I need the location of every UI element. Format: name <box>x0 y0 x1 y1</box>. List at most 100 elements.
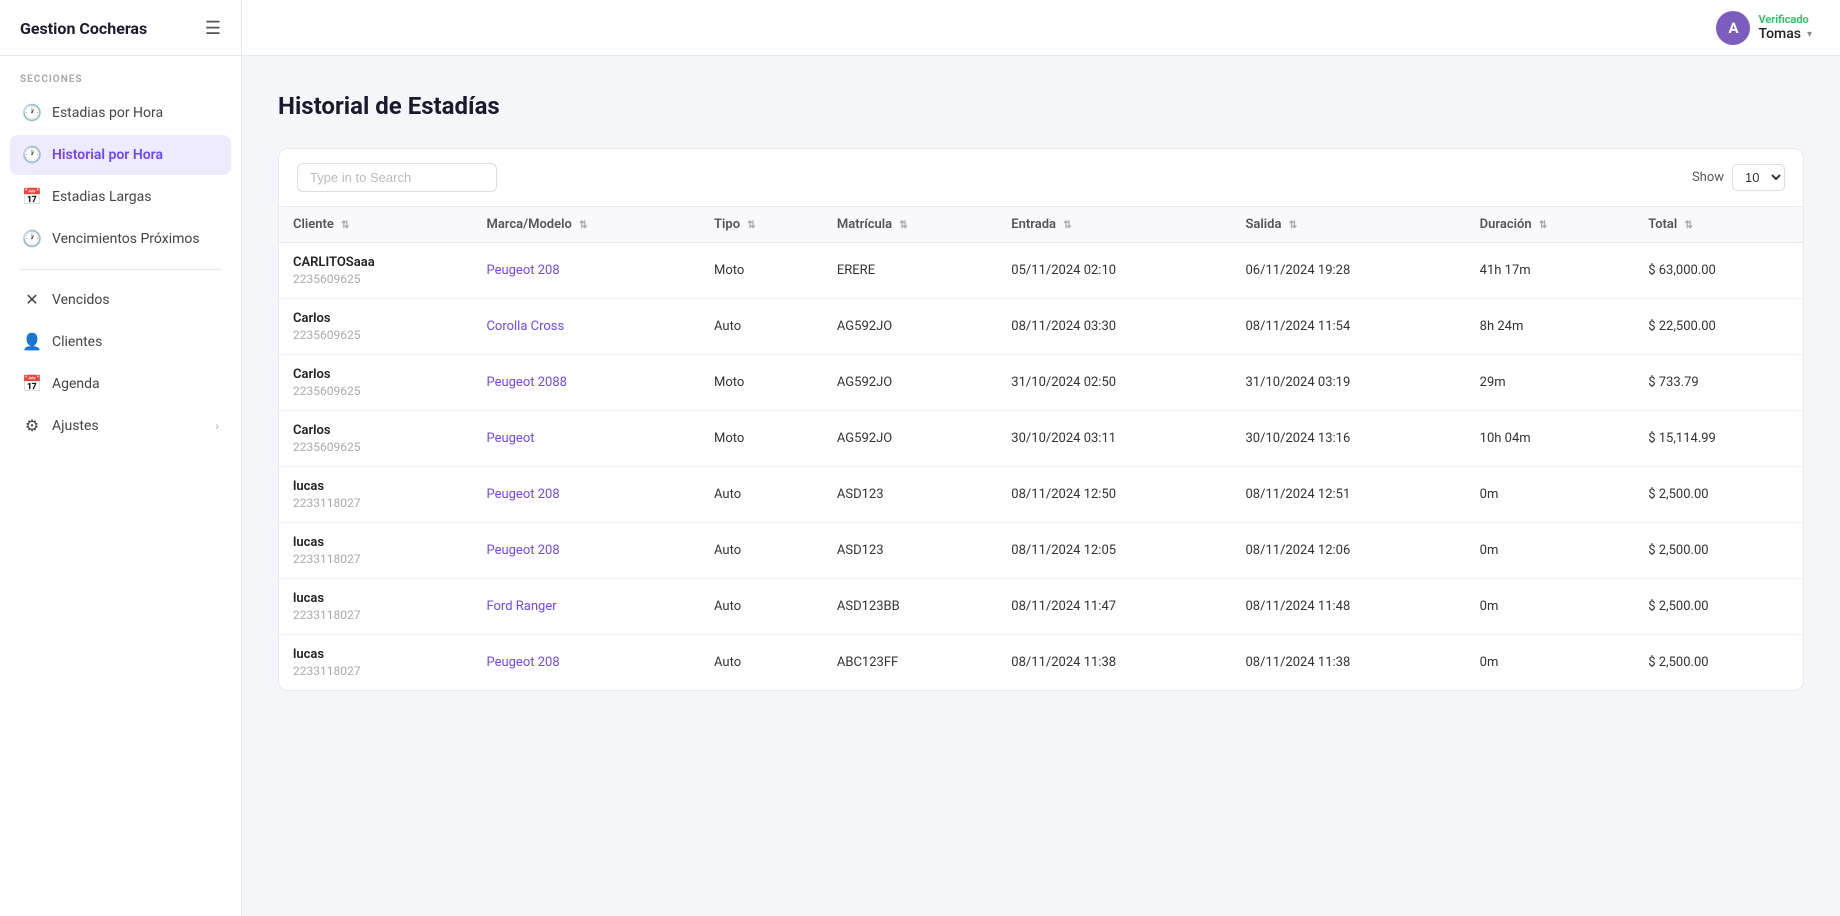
cell-brand-4[interactable]: Peugeot 208 <box>472 467 700 523</box>
sidebar-item-label-estadias-hora: Estadias por Hora <box>52 105 163 121</box>
sort-icon: ⇅ <box>1685 220 1693 231</box>
brand-link[interactable]: Ford Ranger <box>486 599 556 614</box>
cell-tipo-2: Moto <box>700 355 823 411</box>
cell-total-0: $ 63,000.00 <box>1634 243 1803 299</box>
cell-total-7: $ 2,500.00 <box>1634 635 1803 691</box>
cell-entrada-4: 08/11/2024 12:50 <box>997 467 1231 523</box>
sidebar-item-vencidos[interactable]: ✕Vencidos <box>10 280 231 320</box>
cell-brand-0[interactable]: Peugeot 208 <box>472 243 700 299</box>
cell-duracion-4: 0m <box>1466 467 1635 523</box>
brand-link[interactable]: Corolla Cross <box>486 319 564 334</box>
user-chevron-icon: ▾ <box>1807 29 1812 40</box>
cell-matricula-3: AG592JO <box>823 411 997 467</box>
table-card: Show 10 25 50 Cliente ⇅Marca/Modelo ⇅Tip… <box>278 148 1804 691</box>
cell-duracion-7: 0m <box>1466 635 1635 691</box>
cell-brand-5[interactable]: Peugeot 208 <box>472 523 700 579</box>
table-row: Carlos2235609625PeugeotMotoAG592JO30/10/… <box>279 411 1803 467</box>
cell-total-3: $ 15,114.99 <box>1634 411 1803 467</box>
user-info[interactable]: A Verificado Tomas ▾ <box>1716 11 1812 45</box>
brand-link[interactable]: Peugeot 208 <box>486 487 559 502</box>
user-dropdown[interactable]: Verificado Tomas ▾ <box>1758 13 1812 42</box>
cell-salida-6: 08/11/2024 11:48 <box>1231 579 1465 635</box>
brand-link[interactable]: Peugeot 208 <box>486 655 559 670</box>
page-title: Historial de Estadías <box>278 92 1804 120</box>
col-header-matricula[interactable]: Matrícula ⇅ <box>823 207 997 243</box>
cell-brand-6[interactable]: Ford Ranger <box>472 579 700 635</box>
table-row: lucas2233118027Ford RangerAutoASD123BB08… <box>279 579 1803 635</box>
sidebar: Gestion Cocheras ☰ SECCIONES 🕐Estadias p… <box>0 0 242 916</box>
agenda-icon: 📅 <box>22 374 42 393</box>
sidebar-header: Gestion Cocheras ☰ <box>0 0 241 56</box>
vencimientos-proximos-icon: 🕐 <box>22 229 42 248</box>
cell-matricula-2: AG592JO <box>823 355 997 411</box>
cell-total-1: $ 22,500.00 <box>1634 299 1803 355</box>
cell-client-6: lucas2233118027 <box>279 579 472 635</box>
brand-link[interactable]: Peugeot <box>486 431 534 446</box>
cell-entrada-5: 08/11/2024 12:05 <box>997 523 1231 579</box>
sort-icon: ⇅ <box>1289 220 1297 231</box>
sidebar-item-clientes[interactable]: 👤Clientes <box>10 322 231 362</box>
brand-link[interactable]: Peugeot 2088 <box>486 375 567 390</box>
col-header-duracion[interactable]: Duración ⇅ <box>1466 207 1635 243</box>
brand-link[interactable]: Peugeot 208 <box>486 543 559 558</box>
sidebar-item-ajustes[interactable]: ⚙ Ajustes › <box>10 406 231 446</box>
sidebar-item-estadias-largas[interactable]: 📅Estadias Largas <box>10 177 231 217</box>
table-row: lucas2233118027Peugeot 208AutoASD12308/1… <box>279 467 1803 523</box>
chevron-icon: › <box>215 419 219 433</box>
cell-salida-0: 06/11/2024 19:28 <box>1231 243 1465 299</box>
col-header-salida[interactable]: Salida ⇅ <box>1231 207 1465 243</box>
hamburger-icon[interactable]: ☰ <box>205 18 221 39</box>
cell-salida-5: 08/11/2024 12:06 <box>1231 523 1465 579</box>
show-label: Show <box>1692 170 1724 185</box>
sidebar-item-agenda[interactable]: 📅 Agenda <box>10 364 231 404</box>
col-header-tipo[interactable]: Tipo ⇅ <box>700 207 823 243</box>
cell-brand-2[interactable]: Peugeot 2088 <box>472 355 700 411</box>
cell-brand-3[interactable]: Peugeot <box>472 411 700 467</box>
cell-brand-1[interactable]: Corolla Cross <box>472 299 700 355</box>
col-header-entrada[interactable]: Entrada ⇅ <box>997 207 1231 243</box>
sidebar-item-label-estadias-largas: Estadias Largas <box>52 189 151 205</box>
cell-total-4: $ 2,500.00 <box>1634 467 1803 523</box>
cell-brand-7[interactable]: Peugeot 208 <box>472 635 700 691</box>
brand-link[interactable]: Peugeot 208 <box>486 263 559 278</box>
sidebar-item-estadias-hora[interactable]: 🕐Estadias por Hora <box>10 93 231 133</box>
cell-duracion-5: 0m <box>1466 523 1635 579</box>
cell-client-5: lucas2233118027 <box>279 523 472 579</box>
sort-icon: ⇅ <box>341 220 349 231</box>
cell-entrada-1: 08/11/2024 03:30 <box>997 299 1231 355</box>
data-table: Cliente ⇅Marca/Modelo ⇅Tipo ⇅Matrícula ⇅… <box>279 207 1803 690</box>
topbar: A Verificado Tomas ▾ <box>242 0 1840 56</box>
sidebar-item-label-vencimientos-proximos: Vencimientos Próximos <box>52 231 200 247</box>
table-row: CARLITOSaaa2235609625Peugeot 208MotoERER… <box>279 243 1803 299</box>
search-input[interactable] <box>297 163 497 192</box>
sidebar-item-label-agenda: Agenda <box>52 376 100 392</box>
section-label: SECCIONES <box>0 56 241 93</box>
cell-client-2: Carlos2235609625 <box>279 355 472 411</box>
cell-salida-1: 08/11/2024 11:54 <box>1231 299 1465 355</box>
cell-entrada-2: 31/10/2024 02:50 <box>997 355 1231 411</box>
cell-client-4: lucas 2233118027 <box>279 467 472 523</box>
cell-tipo-7: Auto <box>700 635 823 691</box>
sort-icon: ⇅ <box>579 220 587 231</box>
client-name: lucas <box>293 591 458 606</box>
cell-entrada-6: 08/11/2024 11:47 <box>997 579 1231 635</box>
col-header-total[interactable]: Total ⇅ <box>1634 207 1803 243</box>
show-select[interactable]: 10 25 50 <box>1732 164 1785 191</box>
col-header-cliente[interactable]: Cliente ⇅ <box>279 207 472 243</box>
col-header-marca_modelo[interactable]: Marca/Modelo ⇅ <box>472 207 700 243</box>
sidebar-item-label-ajustes: Ajustes <box>52 418 99 434</box>
cell-tipo-6: Auto <box>700 579 823 635</box>
client-phone: 2233118027 <box>293 496 458 510</box>
client-name: lucas <box>293 479 458 494</box>
sort-icon: ⇅ <box>899 220 907 231</box>
cell-salida-3: 30/10/2024 13:16 <box>1231 411 1465 467</box>
sidebar-item-vencimientos-proximos[interactable]: 🕐 Vencimientos Próximos <box>10 219 231 259</box>
cell-entrada-0: 05/11/2024 02:10 <box>997 243 1231 299</box>
cell-total-5: $ 2,500.00 <box>1634 523 1803 579</box>
vencidos-icon: ✕ <box>22 290 42 309</box>
ajustes-icon: ⚙ <box>22 416 42 435</box>
sidebar-item-historial-hora[interactable]: 🕐Historial por Hora <box>10 135 231 175</box>
cell-entrada-7: 08/11/2024 11:38 <box>997 635 1231 691</box>
page-area: Historial de Estadías Show 10 25 50 <box>242 56 1840 916</box>
cell-tipo-3: Moto <box>700 411 823 467</box>
